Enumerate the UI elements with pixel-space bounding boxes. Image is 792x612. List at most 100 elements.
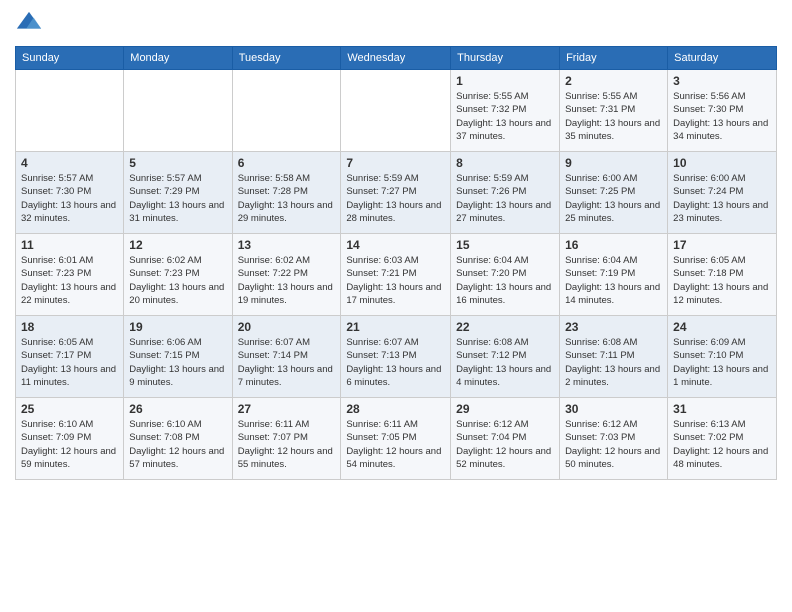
day-info: Sunrise: 6:11 AMSunset: 7:07 PMDaylight:… [238, 418, 336, 471]
calendar-table: SundayMondayTuesdayWednesdayThursdayFrid… [15, 46, 777, 480]
calendar-cell: 5 Sunrise: 5:57 AMSunset: 7:29 PMDaylight… [124, 152, 232, 234]
calendar-cell: 23Sunrise: 6:08 AMSunset: 7:11 PMDayligh… [560, 316, 668, 398]
day-number: 14 [346, 238, 445, 252]
day-info: Sunrise: 6:00 AMSunset: 7:25 PMDaylight:… [565, 172, 662, 225]
day-header-thursday: Thursday [451, 47, 560, 70]
day-header-saturday: Saturday [668, 47, 777, 70]
day-header-wednesday: Wednesday [341, 47, 451, 70]
calendar-cell: 9Sunrise: 6:00 AMSunset: 7:25 PMDaylight… [560, 152, 668, 234]
calendar-cell: 31 Sunrise: 6:13 AMSunset: 7:02 PMDayligh… [668, 398, 777, 480]
calendar-cell: 14 Sunrise: 6:03 AMSunset: 7:21 PMDayligh… [341, 234, 451, 316]
calendar-cell: 27 Sunrise: 6:11 AMSunset: 7:07 PMDayligh… [232, 398, 341, 480]
calendar-cell: 22 Sunrise: 6:08 AMSunset: 7:12 PMDayligh… [451, 316, 560, 398]
calendar-cell: 24Sunrise: 6:09 AMSunset: 7:10 PMDayligh… [668, 316, 777, 398]
day-number: 16 [565, 238, 662, 252]
calendar-cell: 17 Sunrise: 6:05 AMSunset: 7:18 PMDayligh… [668, 234, 777, 316]
calendar-cell: 25 Sunrise: 6:10 AMSunset: 7:09 PMDayligh… [16, 398, 124, 480]
day-number: 11 [21, 238, 118, 252]
day-number: 24 [673, 320, 771, 334]
day-number: 19 [129, 320, 226, 334]
day-info: Sunrise: 5:55 AMSunset: 7:32 PMDaylight:… [456, 90, 554, 143]
logo-icon [15, 10, 43, 38]
calendar-cell: 30 Sunrise: 6:12 AMSunset: 7:03 PMDayligh… [560, 398, 668, 480]
calendar-cell: 26 Sunrise: 6:10 AMSunset: 7:08 PMDayligh… [124, 398, 232, 480]
day-info: Sunrise: 5:57 AMSunset: 7:30 PMDaylight:… [21, 172, 118, 225]
logo [15, 10, 47, 38]
day-number: 25 [21, 402, 118, 416]
day-number: 30 [565, 402, 662, 416]
calendar-week-5: 25 Sunrise: 6:10 AMSunset: 7:09 PMDayligh… [16, 398, 777, 480]
day-number: 31 [673, 402, 771, 416]
day-info: Sunrise: 6:02 AMSunset: 7:22 PMDaylight:… [238, 254, 336, 307]
day-info: Sunrise: 6:06 AMSunset: 7:15 PMDaylight:… [129, 336, 226, 389]
day-number: 26 [129, 402, 226, 416]
calendar-cell: 16 Sunrise: 6:04 AMSunset: 7:19 PMDayligh… [560, 234, 668, 316]
day-number: 5 [129, 156, 226, 170]
day-number: 2 [565, 74, 662, 88]
calendar-cell: 15 Sunrise: 6:04 AMSunset: 7:20 PMDayligh… [451, 234, 560, 316]
calendar-cell: 18Sunrise: 6:05 AMSunset: 7:17 PMDayligh… [16, 316, 124, 398]
calendar-cell [341, 70, 451, 152]
calendar-cell: 13 Sunrise: 6:02 AMSunset: 7:22 PMDayligh… [232, 234, 341, 316]
day-number: 10 [673, 156, 771, 170]
day-header-sunday: Sunday [16, 47, 124, 70]
calendar-week-2: 4 Sunrise: 5:57 AMSunset: 7:30 PMDaylight… [16, 152, 777, 234]
day-number: 4 [21, 156, 118, 170]
day-number: 15 [456, 238, 554, 252]
day-info: Sunrise: 6:07 AMSunset: 7:13 PMDaylight:… [346, 336, 445, 389]
day-info: Sunrise: 6:10 AMSunset: 7:08 PMDaylight:… [129, 418, 226, 471]
day-info: Sunrise: 6:05 AMSunset: 7:18 PMDaylight:… [673, 254, 771, 307]
day-header-tuesday: Tuesday [232, 47, 341, 70]
day-info: Sunrise: 6:04 AMSunset: 7:19 PMDaylight:… [565, 254, 662, 307]
calendar-header-row: SundayMondayTuesdayWednesdayThursdayFrid… [16, 47, 777, 70]
day-info: Sunrise: 6:08 AMSunset: 7:12 PMDaylight:… [456, 336, 554, 389]
calendar-week-1: 1 Sunrise: 5:55 AMSunset: 7:32 PMDaylight… [16, 70, 777, 152]
day-info: Sunrise: 6:05 AMSunset: 7:17 PMDaylight:… [21, 336, 118, 389]
day-info: Sunrise: 6:00 AMSunset: 7:24 PMDaylight:… [673, 172, 771, 225]
calendar-cell: 11 Sunrise: 6:01 AMSunset: 7:23 PMDayligh… [16, 234, 124, 316]
day-number: 7 [346, 156, 445, 170]
calendar-cell [124, 70, 232, 152]
day-number: 8 [456, 156, 554, 170]
day-number: 27 [238, 402, 336, 416]
calendar-cell [16, 70, 124, 152]
calendar-cell: 10 Sunrise: 6:00 AMSunset: 7:24 PMDayligh… [668, 152, 777, 234]
day-header-monday: Monday [124, 47, 232, 70]
day-number: 17 [673, 238, 771, 252]
calendar-cell [232, 70, 341, 152]
day-info: Sunrise: 6:12 AMSunset: 7:04 PMDaylight:… [456, 418, 554, 471]
day-info: Sunrise: 5:58 AMSunset: 7:28 PMDaylight:… [238, 172, 336, 225]
calendar-cell: 20Sunrise: 6:07 AMSunset: 7:14 PMDayligh… [232, 316, 341, 398]
day-number: 23 [565, 320, 662, 334]
day-info: Sunrise: 6:03 AMSunset: 7:21 PMDaylight:… [346, 254, 445, 307]
day-info: Sunrise: 6:04 AMSunset: 7:20 PMDaylight:… [456, 254, 554, 307]
calendar-cell: 6Sunrise: 5:58 AMSunset: 7:28 PMDaylight… [232, 152, 341, 234]
day-info: Sunrise: 6:02 AMSunset: 7:23 PMDaylight:… [129, 254, 226, 307]
day-number: 22 [456, 320, 554, 334]
page-header [15, 10, 777, 38]
day-number: 12 [129, 238, 226, 252]
calendar-week-4: 18Sunrise: 6:05 AMSunset: 7:17 PMDayligh… [16, 316, 777, 398]
day-info: Sunrise: 6:11 AMSunset: 7:05 PMDaylight:… [346, 418, 445, 471]
calendar-week-3: 11 Sunrise: 6:01 AMSunset: 7:23 PMDayligh… [16, 234, 777, 316]
day-info: Sunrise: 6:13 AMSunset: 7:02 PMDaylight:… [673, 418, 771, 471]
calendar-cell: 8 Sunrise: 5:59 AMSunset: 7:26 PMDaylight… [451, 152, 560, 234]
day-info: Sunrise: 5:57 AMSunset: 7:29 PMDaylight:… [129, 172, 226, 225]
day-info: Sunrise: 6:01 AMSunset: 7:23 PMDaylight:… [21, 254, 118, 307]
day-info: Sunrise: 6:12 AMSunset: 7:03 PMDaylight:… [565, 418, 662, 471]
calendar-cell: 28 Sunrise: 6:11 AMSunset: 7:05 PMDayligh… [341, 398, 451, 480]
day-info: Sunrise: 5:59 AMSunset: 7:27 PMDaylight:… [346, 172, 445, 225]
day-number: 1 [456, 74, 554, 88]
calendar-cell: 4 Sunrise: 5:57 AMSunset: 7:30 PMDaylight… [16, 152, 124, 234]
calendar-cell: 12 Sunrise: 6:02 AMSunset: 7:23 PMDayligh… [124, 234, 232, 316]
calendar-cell: 1 Sunrise: 5:55 AMSunset: 7:32 PMDaylight… [451, 70, 560, 152]
day-info: Sunrise: 5:59 AMSunset: 7:26 PMDaylight:… [456, 172, 554, 225]
day-number: 13 [238, 238, 336, 252]
calendar-cell: 19 Sunrise: 6:06 AMSunset: 7:15 PMDayligh… [124, 316, 232, 398]
calendar-cell: 3Sunrise: 5:56 AMSunset: 7:30 PMDaylight… [668, 70, 777, 152]
day-number: 28 [346, 402, 445, 416]
calendar-cell: 29Sunrise: 6:12 AMSunset: 7:04 PMDayligh… [451, 398, 560, 480]
day-info: Sunrise: 6:10 AMSunset: 7:09 PMDaylight:… [21, 418, 118, 471]
calendar-cell: 7 Sunrise: 5:59 AMSunset: 7:27 PMDaylight… [341, 152, 451, 234]
day-header-friday: Friday [560, 47, 668, 70]
